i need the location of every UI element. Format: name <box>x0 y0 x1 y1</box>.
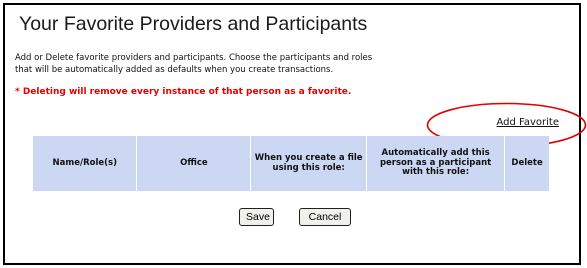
intro-line-2: that will be automatically added as defa… <box>15 64 334 75</box>
favorites-table: Name/Role(s) Office When you create a fi… <box>33 136 549 191</box>
column-header-auto-add-participant: Automatically add this person as a parti… <box>366 136 506 191</box>
cancel-button[interactable]: Cancel <box>299 208 351 226</box>
delete-warning: * Deleting will remove every instance of… <box>15 87 352 97</box>
add-favorite-link[interactable]: Add Favorite <box>497 117 560 128</box>
save-button[interactable]: Save <box>239 208 274 226</box>
column-header-delete: Delete <box>511 157 543 168</box>
page-title: Your Favorite Providers and Participants <box>19 13 368 35</box>
column-header-office: Office <box>136 136 252 191</box>
table-header-row: Name/Role(s) Office When you create a fi… <box>33 136 549 191</box>
column-header-name-roles: Name/Role(s) <box>33 136 138 191</box>
column-header-create-file-role: When you create a file using this role: <box>250 136 368 191</box>
intro-line-1: Add or Delete favorite providers and par… <box>15 53 373 63</box>
intro-text: Add or Delete favorite providers and par… <box>15 53 372 76</box>
favorites-panel: Your Favorite Providers and Participants… <box>3 3 587 265</box>
